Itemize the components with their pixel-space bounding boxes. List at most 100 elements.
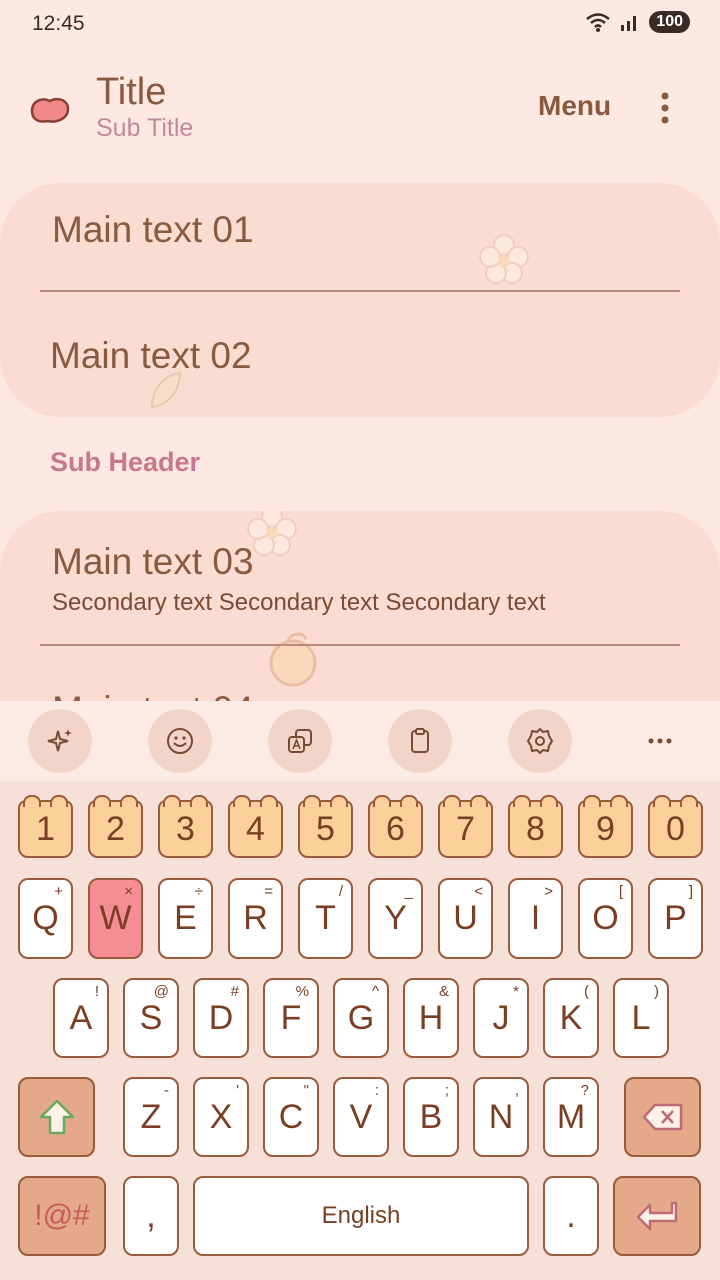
key-b[interactable]: B; [403,1077,459,1157]
more-vert-icon[interactable] [650,88,680,128]
key-label: W [99,899,132,937]
key-l[interactable]: L) [613,978,669,1058]
key-2[interactable]: 2 [88,795,143,858]
page-subtitle: Sub Title [96,114,194,142]
ai-sparkle-button[interactable] [28,709,92,773]
shift-icon [39,1099,74,1135]
key-hint: ÷ [194,883,203,900]
key-label: 8 [526,809,545,848]
sparkle-icon [47,729,72,752]
key-label: , [146,1196,156,1235]
key-f[interactable]: F% [263,978,319,1058]
clipboard-button[interactable] [388,709,452,773]
key-w[interactable]: W × [88,878,143,959]
key-m[interactable]: M? [543,1077,599,1157]
key-z[interactable]: Z- [123,1077,179,1157]
enter-icon [636,1201,678,1231]
key-5[interactable]: 5 [298,795,353,858]
keyboard-settings-button[interactable] [508,709,572,773]
menu-button[interactable]: Menu [538,90,611,122]
key-a[interactable]: A! [53,978,109,1058]
key-label: T [315,899,336,937]
key-label: G [347,998,375,1037]
key-label: 0 [666,809,685,848]
key-hint: × [124,883,133,900]
translate-button[interactable] [268,709,332,773]
key-label: D [208,998,234,1037]
symbols-key[interactable]: !@# [18,1176,106,1256]
key-hint: " [303,1082,309,1099]
key-j[interactable]: J * [473,978,529,1058]
key-3[interactable]: 3 [158,795,213,858]
key-label: L [631,998,651,1037]
key-9[interactable]: 9 [578,795,633,858]
key-label: C [278,1097,304,1136]
flower-decoration-icon [247,511,297,556]
key-hint: * [513,983,519,1000]
key-x[interactable]: X ' [193,1077,249,1157]
key-d[interactable]: D # [193,978,249,1058]
key-label: 4 [246,809,265,848]
key-k[interactable]: K( [543,978,599,1058]
back-icon[interactable] [28,93,72,127]
divider [40,644,680,646]
key-y[interactable]: Y _ [368,878,423,959]
list-item-main-text[interactable]: Main text 03 [52,541,254,583]
page-title: Title [96,71,167,113]
key-s[interactable]: S @ [123,978,179,1058]
key-hint: [ [618,883,623,900]
key-label: B [419,1097,443,1136]
emoji-button[interactable] [148,709,212,773]
key-label: Q [32,899,59,937]
key-q[interactable]: Q + [18,878,73,959]
signal-icon [621,16,637,31]
clipboard-icon [411,728,429,753]
backspace-key[interactable] [624,1077,701,1157]
key-hint: = [264,883,273,900]
key-7[interactable]: 7 [438,795,493,858]
title-block: Title Sub Title [96,72,193,144]
more-horiz-icon[interactable] [640,721,680,761]
list-item-main-text[interactable]: Main text 02 [50,335,252,377]
list-card-1: Main text 01 Main text 02 [0,183,720,417]
keyboard: 1 2 3 4 5 6 7 8 9 0 Q + W × E ÷ R = T / Y _ U <… [0,701,720,1280]
status-bar: 12:45 100 [0,0,720,52]
key-c[interactable]: C " [263,1077,319,1157]
key-label: K [559,998,583,1037]
key-label: X [209,1097,233,1136]
key-hint: ( [584,983,589,1000]
key-t[interactable]: T / [298,878,353,959]
keyboard-toolbar [0,701,720,781]
shift-key[interactable] [18,1077,95,1157]
translate-icon [288,729,312,753]
space-bar[interactable]: English [193,1176,529,1256]
key-e[interactable]: E ÷ [158,878,213,959]
comma-key[interactable]: , [123,1176,179,1256]
key-n[interactable]: N, [473,1077,529,1157]
key-label: S [139,998,163,1037]
key-label: 6 [386,809,405,848]
key-g[interactable]: G ^ [333,978,389,1058]
key-0[interactable]: 0 [648,795,703,858]
period-key[interactable]: . [543,1176,599,1256]
key-4[interactable]: 4 [228,795,283,858]
key-label: 2 [106,809,125,848]
key-label: . [566,1196,576,1235]
key-i[interactable]: I > [508,878,563,959]
key-r[interactable]: R = [228,878,283,959]
key-hint: : [374,1082,379,1099]
key-label: A [69,998,93,1037]
key-v[interactable]: V: [333,1077,389,1157]
key-1[interactable]: 1 [18,795,73,858]
key-8[interactable]: 8 [508,795,563,858]
key-hint: ' [236,1082,239,1099]
key-o[interactable]: O[ [578,878,633,959]
key-u[interactable]: U < [438,878,493,959]
enter-key[interactable] [613,1176,701,1256]
key-6[interactable]: 6 [368,795,423,858]
key-p[interactable]: P] [648,878,703,959]
key-h[interactable]: H & [403,978,459,1058]
key-label: E [174,899,197,937]
list-item-main-text[interactable]: Main text 01 [52,209,254,251]
key-hint: ^ [371,983,379,1000]
